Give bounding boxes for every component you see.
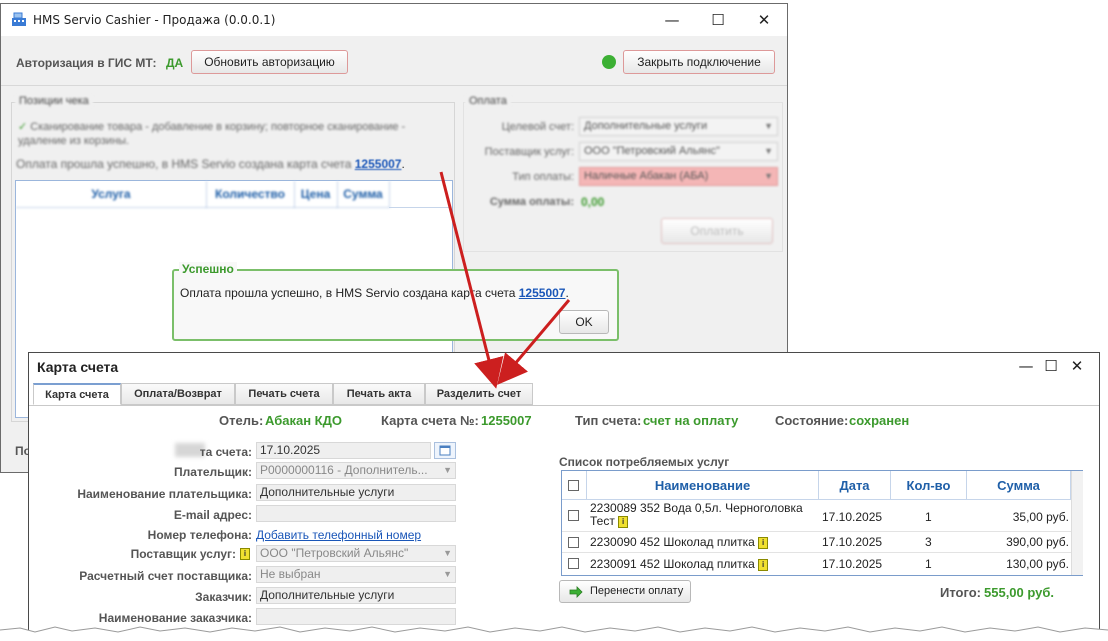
- annotation-arrows: [439, 171, 571, 389]
- annotation-arrow: [439, 171, 504, 389]
- annotation-arrow: [497, 299, 571, 385]
